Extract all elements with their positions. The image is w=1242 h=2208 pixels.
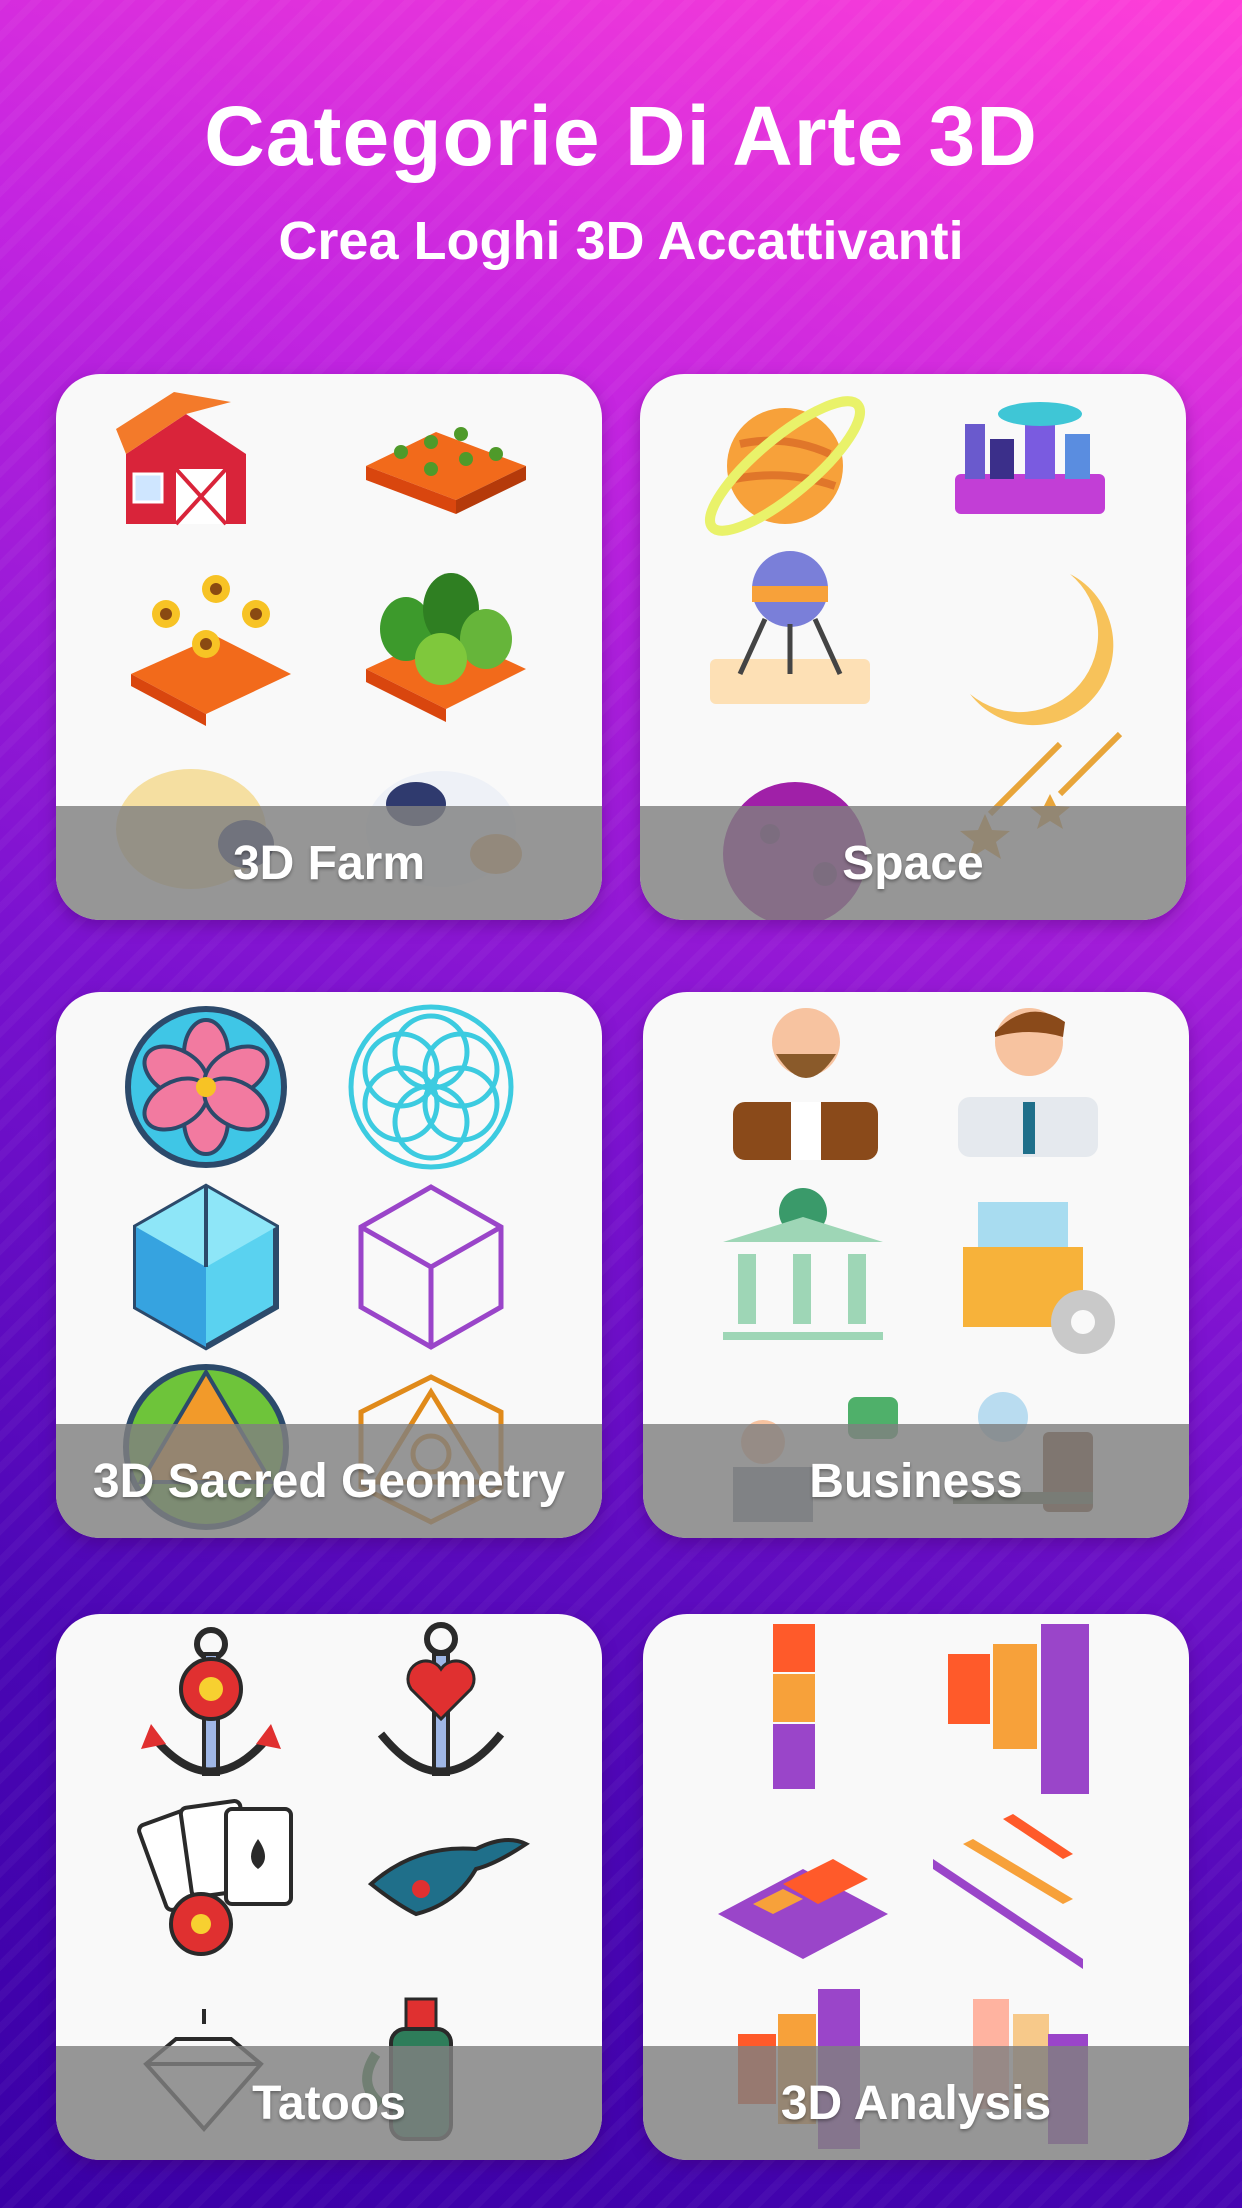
category-label-bar: 3D Analysis: [643, 2046, 1189, 2160]
category-label: Space: [842, 837, 984, 890]
barn-icon: [116, 392, 246, 526]
3d-bar-chart-icon: [948, 1624, 1089, 1794]
vegetable-field-icon: [366, 573, 526, 722]
page-title: Categorie Di Arte 3D: [204, 89, 1038, 183]
category-label-bar: 3D Sacred Geometry: [56, 1424, 602, 1538]
category-card-3d-farm[interactable]: 3D Farm: [56, 374, 602, 920]
category-label: 3D Sacred Geometry: [92, 1455, 566, 1508]
sunflower-field-icon: [131, 575, 291, 726]
category-card-3d-analysis[interactable]: 3D Analysis: [643, 1614, 1189, 2160]
category-label: Tatoos: [252, 2077, 406, 2130]
flower-of-life-pink-icon: [125, 1006, 287, 1168]
space-probe-icon: [710, 551, 870, 704]
bearded-businessman-icon: [733, 1008, 878, 1160]
category-label-bar: Tatoos: [56, 2046, 602, 2160]
bank-icon: [723, 1188, 883, 1340]
wireframe-cube-icon: [358, 1184, 504, 1350]
category-label: 3D Farm: [232, 837, 426, 890]
seed-of-life-icon: [348, 1004, 514, 1170]
businessman-icon: [958, 1008, 1098, 1157]
category-card-space[interactable]: Space: [640, 374, 1186, 920]
playing-cards-icon: [137, 1799, 293, 1956]
product-box-gear-icon: [963, 1202, 1115, 1354]
crop-field-icon: [366, 427, 526, 514]
isometric-ramp-icon: [933, 1814, 1083, 1969]
category-card-business[interactable]: Business: [643, 992, 1189, 1538]
category-card-3d-sacred-geometry[interactable]: 3D Sacred Geometry: [56, 992, 602, 1538]
planet-icon: [705, 396, 865, 536]
category-label-bar: 3D Farm: [56, 806, 602, 920]
page-subtitle: Crea Loghi 3D Accattivanti: [278, 211, 964, 271]
category-label-bar: Space: [640, 806, 1186, 920]
isometric-grid-icon: [718, 1859, 888, 1959]
anchor-heart-icon: [377, 1622, 505, 1776]
space-city-icon: [955, 402, 1105, 514]
moon-icon: [970, 574, 1114, 726]
category-label-bar: Business: [643, 1424, 1189, 1538]
category-card-tatoos[interactable]: Tatoos: [56, 1614, 602, 2160]
blue-hexagon-cube-icon: [133, 1183, 279, 1351]
category-label: Business: [809, 1455, 1023, 1508]
stacked-blocks-icon: [773, 1624, 815, 1789]
swallow-bird-icon: [367, 1838, 530, 1917]
category-label: 3D Analysis: [780, 2077, 1052, 2130]
anchor-flower-icon: [141, 1627, 281, 1776]
